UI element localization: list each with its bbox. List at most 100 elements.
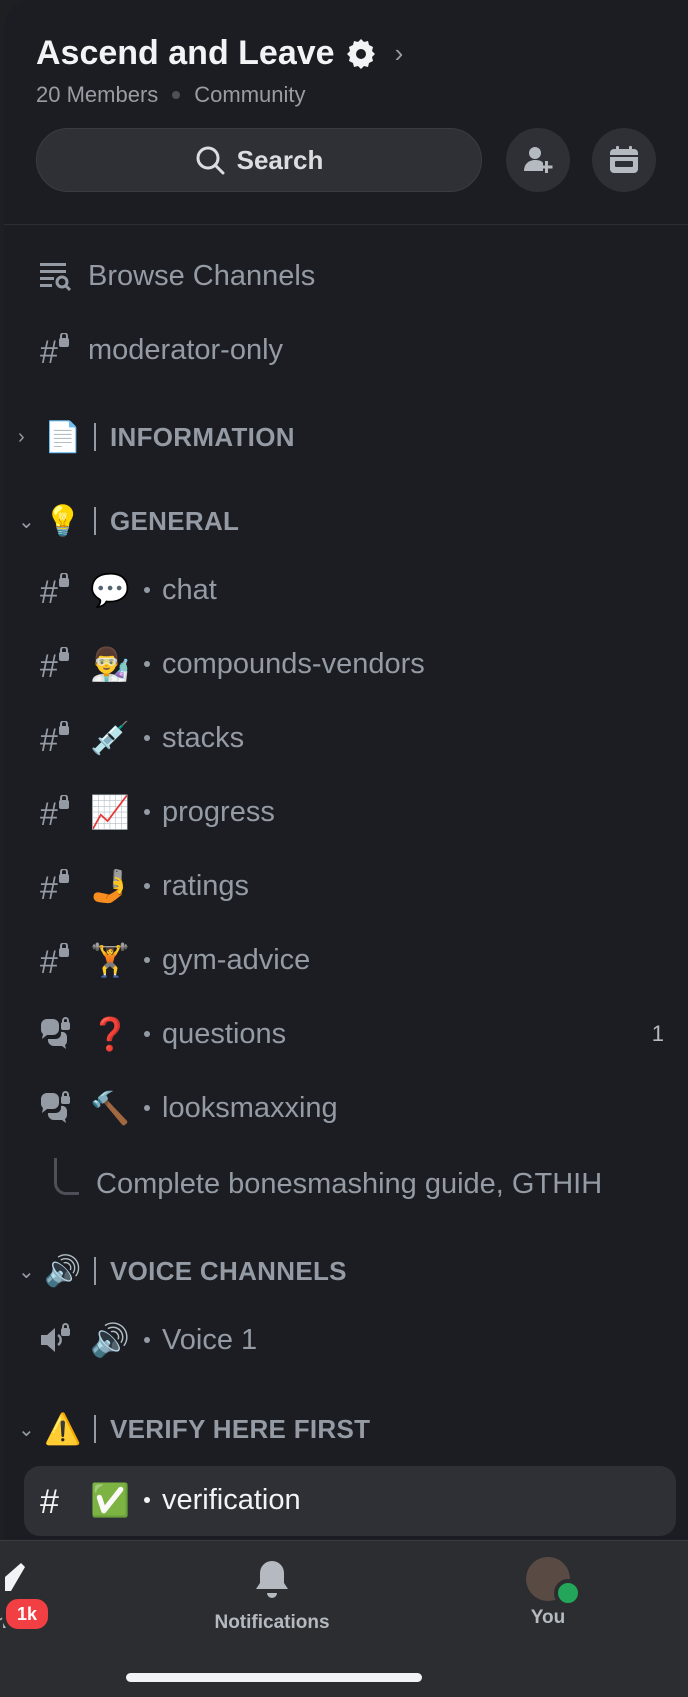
- member-count: 20 Members: [36, 82, 159, 107]
- channel-name: compounds-vendors: [162, 647, 425, 680]
- tab-notifications[interactable]: Notifications: [212, 1557, 332, 1634]
- invite-button[interactable]: [506, 128, 570, 192]
- thread-connector: [54, 1158, 79, 1195]
- chevron-down-icon: ⌄: [18, 1418, 35, 1441]
- svg-text:#: #: [40, 796, 58, 829]
- locked-voice-channel-icon: [36, 1321, 74, 1359]
- meta-separator: [172, 91, 181, 99]
- server-meta: 20 Members Community: [36, 82, 306, 108]
- name-separator: [144, 587, 150, 593]
- category-general[interactable]: ⌄ 💡 GENERAL: [4, 496, 688, 546]
- svg-text:#: #: [40, 574, 58, 607]
- browse-channels-label: Browse Channels: [88, 259, 316, 292]
- channel-moderator-only[interactable]: # moderator-only: [4, 320, 688, 380]
- svg-text:#: #: [40, 870, 58, 903]
- channel-gym-advice[interactable]: # 🏋️ gym-advice: [4, 930, 688, 990]
- channel-ratings[interactable]: # 🤳 ratings: [4, 856, 688, 916]
- channel-looksmaxxing[interactable]: 🔨 looksmaxxing: [4, 1078, 688, 1138]
- chevron-down-icon: ⌄: [18, 1260, 35, 1283]
- channel-name: moderator-only: [88, 333, 284, 366]
- name-separator: [144, 735, 150, 741]
- category-title: VOICE CHANNELS: [110, 1255, 347, 1286]
- category-verify-here-first[interactable]: ⌄ ⚠️ VERIFY HERE FIRST: [4, 1404, 688, 1454]
- search-button[interactable]: Search: [36, 128, 482, 192]
- name-separator: [144, 883, 150, 889]
- syringe-emoji-icon: 💉: [90, 719, 130, 757]
- locked-text-channel-icon: #: [36, 941, 74, 979]
- category-information[interactable]: › 📄 INFORMATION: [4, 412, 688, 462]
- text-channel-icon: #: [36, 1481, 74, 1519]
- category-separator: [94, 1415, 96, 1443]
- add-user-icon: [524, 147, 553, 173]
- chevron-down-icon: ⌄: [18, 510, 35, 533]
- voice-channel-1[interactable]: 🔊 Voice 1: [4, 1310, 688, 1370]
- name-separator: [144, 1031, 150, 1037]
- browse-channels-icon: [36, 257, 74, 295]
- events-button[interactable]: [592, 128, 656, 192]
- speech-bubble-emoji-icon: 💬: [90, 571, 130, 609]
- channel-name: Voice 1: [162, 1323, 258, 1356]
- speaker-emoji-icon: 🔊: [90, 1321, 130, 1359]
- locked-text-channel-icon: #: [36, 719, 74, 757]
- avatar: [526, 1557, 582, 1607]
- category-title: VERIFY HERE FIRST: [110, 1413, 371, 1444]
- name-separator: [144, 1337, 150, 1343]
- tab-you[interactable]: You: [508, 1557, 588, 1629]
- name-separator: [144, 1105, 150, 1111]
- channel-name: gym-advice: [162, 943, 311, 976]
- browse-channels[interactable]: Browse Channels: [4, 246, 688, 306]
- unread-badge: 1k: [2, 1595, 52, 1633]
- server-name: Ascend and Leave: [36, 34, 335, 72]
- lightbulb-emoji-icon: 💡: [44, 504, 82, 538]
- locked-forum-channel-icon: [36, 1015, 74, 1053]
- bell-icon: [256, 1561, 288, 1598]
- name-separator: [144, 809, 150, 815]
- tab-label: You: [530, 1607, 566, 1628]
- mention-count: 1: [651, 1021, 664, 1046]
- channel-name: progress: [162, 795, 275, 828]
- name-separator: [144, 661, 150, 667]
- weightlifter-emoji-icon: 🏋️: [90, 941, 130, 979]
- thread-title: Complete bonesmashing guide, GTHIH: [96, 1168, 603, 1200]
- svg-text:#: #: [40, 722, 58, 755]
- channel-compounds-vendors[interactable]: # 👨‍🔬 compounds-vendors: [4, 634, 688, 694]
- channel-stacks[interactable]: # 💉 stacks: [4, 708, 688, 768]
- category-title: GENERAL: [110, 505, 240, 536]
- chevron-right-icon: ›: [18, 425, 25, 448]
- locked-text-channel-icon: #: [36, 867, 74, 905]
- check-mark-emoji-icon: ✅: [90, 1481, 130, 1519]
- svg-text:#: #: [40, 334, 58, 367]
- thread-item[interactable]: Complete bonesmashing guide, GTHIH: [4, 1158, 688, 1218]
- channel-name: verification: [162, 1483, 301, 1516]
- category-separator: [94, 423, 96, 451]
- tab-home[interactable]: me 1k: [0, 1557, 52, 1634]
- channel-chat[interactable]: # 💬 chat: [4, 560, 688, 620]
- hammer-emoji-icon: 🔨: [90, 1089, 130, 1127]
- name-separator: [144, 957, 150, 963]
- svg-text:#: #: [40, 648, 58, 681]
- channel-progress[interactable]: # 📈 progress: [4, 782, 688, 842]
- channel-questions[interactable]: ❓ questions 1: [4, 1004, 688, 1064]
- warning-emoji-icon: ⚠️: [44, 1412, 82, 1446]
- home-indicator: [126, 1673, 422, 1682]
- locked-text-channel-icon: #: [36, 645, 74, 683]
- channel-verification[interactable]: # ✅ verification: [4, 1470, 688, 1530]
- chart-increasing-emoji-icon: 📈: [90, 793, 130, 831]
- calendar-icon: [610, 146, 638, 173]
- locked-text-channel-icon: #: [36, 793, 74, 831]
- channel-name: chat: [162, 573, 217, 606]
- search-label: Search: [236, 144, 324, 175]
- channel-sidebar: Ascend and Leave › 20 Members Community …: [4, 0, 688, 1540]
- category-voice-channels[interactable]: ⌄ 🔊 VOICE CHANNELS: [4, 1246, 688, 1296]
- question-mark-emoji-icon: ❓: [90, 1015, 130, 1053]
- bottom-nav: me 1k Notifications You: [0, 1540, 688, 1697]
- community-badge-icon: [346, 38, 375, 69]
- channel-name: questions: [162, 1017, 287, 1050]
- chevron-right-icon: ›: [394, 38, 404, 68]
- tab-label: Notifications: [214, 1612, 330, 1633]
- locked-text-channel-icon: #: [36, 331, 74, 369]
- server-header[interactable]: Ascend and Leave ›: [36, 34, 403, 73]
- scientist-emoji-icon: 👨‍🔬: [90, 645, 130, 683]
- category-title: INFORMATION: [110, 421, 295, 452]
- locked-forum-channel-icon: [36, 1089, 74, 1127]
